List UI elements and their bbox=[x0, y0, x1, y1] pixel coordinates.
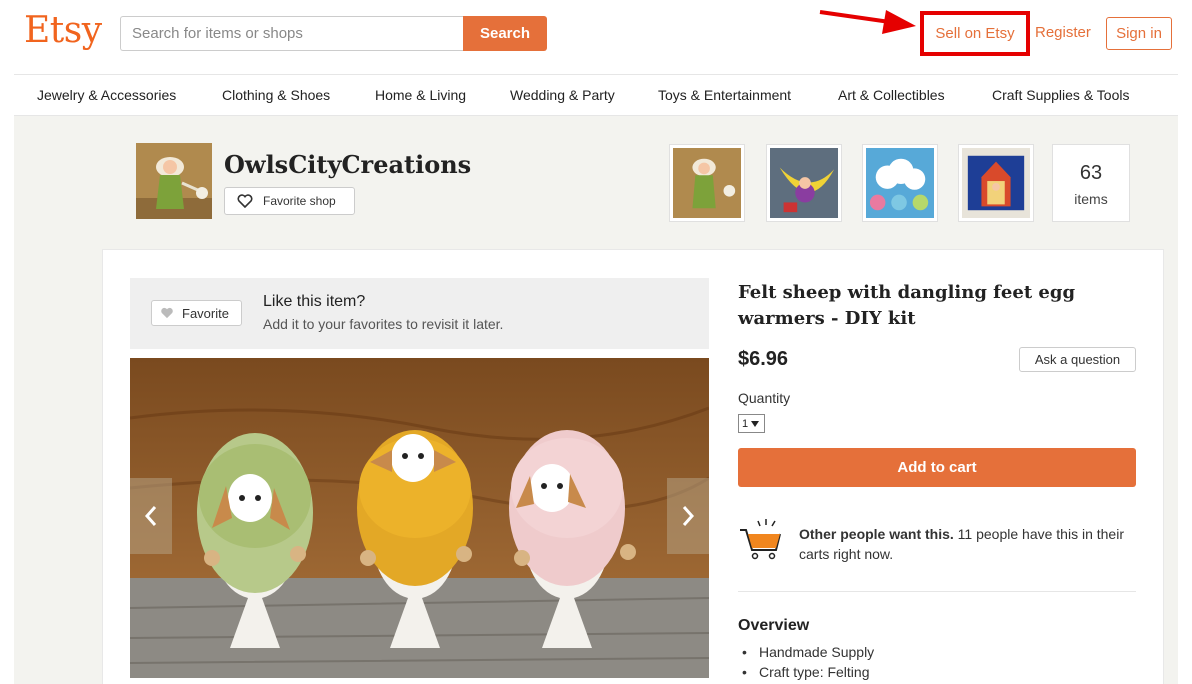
felt-doll-thumb bbox=[673, 148, 741, 218]
favorite-shop-button[interactable]: Favorite shop bbox=[224, 187, 355, 215]
sell-on-etsy-link[interactable]: Sell on Etsy bbox=[920, 11, 1030, 56]
heart-filled-icon bbox=[161, 307, 173, 319]
search-input[interactable] bbox=[120, 16, 464, 51]
category-wedding[interactable]: Wedding & Party bbox=[510, 87, 615, 103]
next-image-button[interactable] bbox=[667, 478, 709, 554]
category-nav: Jewelry & Accessories Clothing & Shoes H… bbox=[14, 74, 1178, 116]
quantity-label: Quantity bbox=[738, 390, 791, 406]
search-button[interactable]: Search bbox=[463, 16, 547, 51]
felt-moon-thumb bbox=[770, 148, 838, 218]
demand-bold: Other people want this. bbox=[799, 526, 954, 542]
heart-outline-icon bbox=[237, 194, 253, 208]
listing-price: $6.96 bbox=[738, 348, 789, 370]
category-toys[interactable]: Toys & Entertainment bbox=[658, 87, 791, 103]
previous-image-button[interactable] bbox=[130, 478, 172, 554]
favorite-item-label: Favorite bbox=[182, 305, 229, 321]
shop-avatar[interactable] bbox=[136, 143, 212, 219]
favorite-item-button[interactable]: Favorite bbox=[151, 300, 242, 326]
shopping-cart-icon bbox=[740, 519, 781, 560]
ask-question-button[interactable]: Ask a question bbox=[1019, 347, 1136, 372]
favorite-banner-title: Like this item? bbox=[263, 293, 366, 310]
overview-item: • Handmade Supply bbox=[742, 644, 875, 660]
items-count-label: items bbox=[1074, 191, 1108, 207]
items-count-number: 63 bbox=[1079, 162, 1103, 184]
cart-demand-text: Other people want this. 11 people have t… bbox=[799, 524, 1129, 564]
listing-title: Felt sheep with dangling feet egg warmer… bbox=[738, 282, 1076, 329]
chevron-right-icon bbox=[682, 506, 695, 526]
chevron-left-icon bbox=[144, 506, 157, 526]
sheep-egg-warmers-photo bbox=[130, 358, 709, 678]
favorite-banner-subtitle: Add it to your favorites to revisit it l… bbox=[263, 316, 504, 332]
quantity-value: 1 bbox=[742, 417, 749, 430]
overview-title: Overview bbox=[738, 617, 810, 634]
shop-thumb-2[interactable] bbox=[766, 144, 842, 222]
listing-main-image[interactable] bbox=[130, 358, 709, 678]
overview-list: • Handmade Supply • Craft type: Felting bbox=[742, 644, 874, 684]
shop-items-count[interactable]: 63 items bbox=[1052, 144, 1130, 222]
category-clothing[interactable]: Clothing & Shoes bbox=[222, 87, 330, 103]
sign-in-button[interactable]: Sign in bbox=[1106, 17, 1172, 50]
annotation-arrow-icon bbox=[819, 10, 916, 34]
favorite-shop-label: Favorite shop bbox=[263, 194, 336, 208]
felt-doll-image bbox=[136, 143, 212, 219]
category-jewelry[interactable]: Jewelry & Accessories bbox=[37, 87, 176, 103]
felt-nativity-thumb bbox=[962, 148, 1030, 218]
quantity-select[interactable]: 1 bbox=[738, 414, 765, 433]
etsy-logo[interactable]: Etsy bbox=[24, 10, 102, 51]
category-home[interactable]: Home & Living bbox=[375, 87, 466, 103]
shop-thumb-4[interactable] bbox=[958, 144, 1034, 222]
felt-cloud-thumb bbox=[866, 148, 934, 218]
register-link[interactable]: Register bbox=[1035, 24, 1091, 41]
category-craft[interactable]: Craft Supplies & Tools bbox=[992, 87, 1129, 103]
dropdown-arrow-icon bbox=[751, 420, 760, 427]
section-divider bbox=[738, 591, 1136, 592]
overview-item: • Craft type: Felting bbox=[742, 664, 870, 680]
shop-thumb-3[interactable] bbox=[862, 144, 938, 222]
shop-thumb-1[interactable] bbox=[669, 144, 745, 222]
site-header: Etsy Search Sell on Etsy Register Sign i… bbox=[0, 0, 1192, 74]
add-to-cart-button[interactable]: Add to cart bbox=[738, 448, 1136, 487]
shop-name[interactable]: OwlsCityCreations bbox=[224, 150, 471, 179]
category-art[interactable]: Art & Collectibles bbox=[838, 87, 945, 103]
